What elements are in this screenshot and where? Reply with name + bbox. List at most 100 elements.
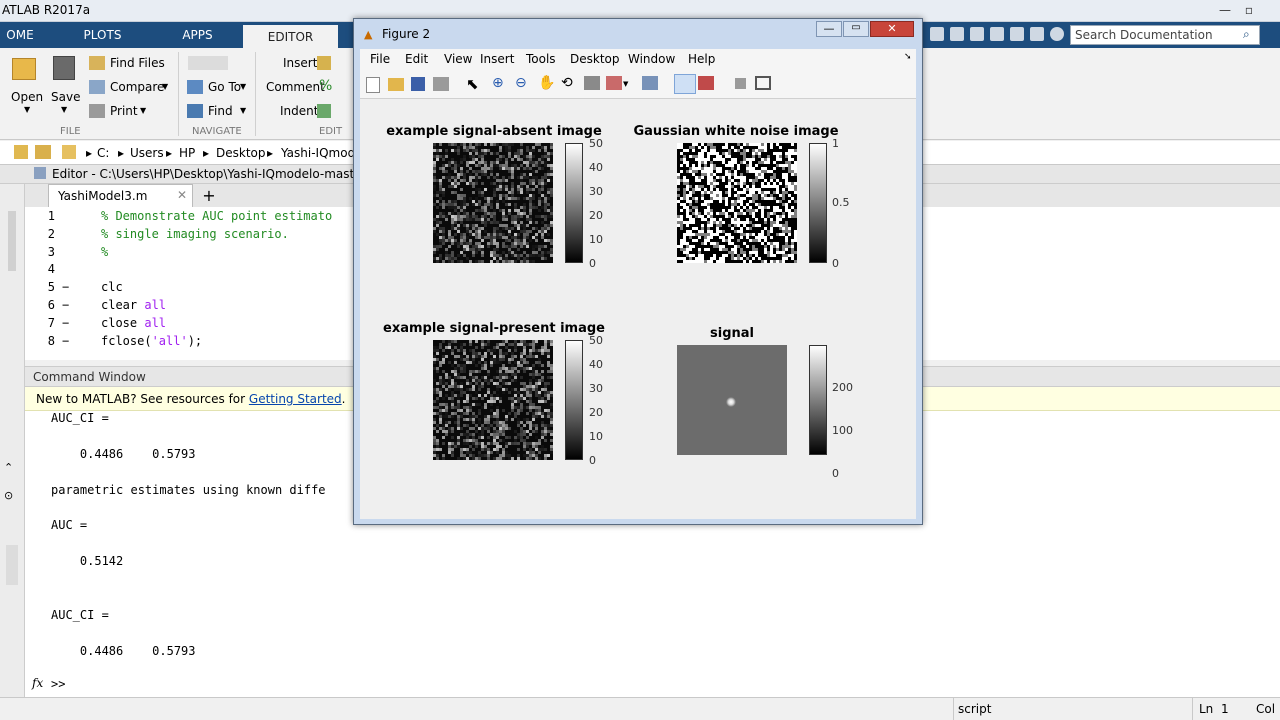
print-figure-icon[interactable] [433,77,449,91]
fx-icon[interactable]: fx [32,676,43,690]
open-button[interactable]: Open [11,90,43,104]
code-line[interactable]: clc [101,280,123,294]
close-button[interactable]: ✕ [870,21,914,37]
colorbar-toggle-icon[interactable] [674,74,696,94]
find-files-button[interactable]: Find Files [110,56,165,70]
code-line[interactable]: % [101,245,108,259]
folder-up-icon[interactable] [14,145,28,159]
chevron-down-icon[interactable]: ▼ [240,82,246,91]
close-icon[interactable]: ✕ [177,188,187,202]
paste-icon[interactable] [970,27,984,41]
breadcrumb-item[interactable]: Desktop [216,146,266,160]
menu-edit[interactable]: Edit [405,52,428,66]
open-file-icon[interactable] [388,78,404,91]
breadcrumb-item[interactable]: Yashi-IQmode [281,146,363,160]
print-button[interactable]: Print [110,104,138,118]
menu-tools[interactable]: Tools [526,52,556,66]
cut-icon[interactable] [930,27,944,41]
comment-button[interactable]: Comment [266,80,325,94]
chevron-down-icon[interactable]: ▼ [623,80,628,88]
zoom-in-icon[interactable]: ⊕ [492,75,504,91]
minimize-button[interactable]: — [1212,1,1238,19]
save-figure-icon[interactable] [411,77,425,91]
chevron-down-icon[interactable]: ▼ [24,105,30,114]
breakpoint-marker[interactable]: − [62,280,69,294]
switch-windows-icon[interactable] [1030,27,1044,41]
getting-started-link[interactable]: Getting Started [249,392,342,406]
find-icon [187,104,203,118]
tab-home[interactable]: OME [0,22,40,48]
code-line[interactable]: clear all [101,298,166,312]
maximize-button[interactable]: ▭ [843,21,869,37]
legend-toggle-icon[interactable] [698,76,714,90]
dock-arrow-icon[interactable]: ➘ [904,52,912,62]
figure-window[interactable]: ▲ Figure 2 — ▭ ✕ File Edit View Insert T… [353,18,923,525]
help-icon[interactable] [1050,27,1064,41]
pan-hand-icon[interactable]: ✋ [538,75,555,91]
chevron-down-icon[interactable]: ▼ [140,106,146,115]
breadcrumb-item[interactable]: C: [97,146,109,160]
new-tab-plus-icon[interactable]: + [197,186,221,206]
undo-icon[interactable] [990,27,1004,41]
save-button[interactable]: Save [51,90,80,104]
pointer-icon[interactable]: ⬉ [466,75,479,93]
chevron-up-icon[interactable]: ⌃ [4,461,13,474]
zoom-out-icon[interactable]: ⊖ [515,75,527,91]
tab-apps[interactable]: APPS [155,22,240,48]
minimize-button[interactable]: — [816,21,842,37]
open-folder-icon[interactable] [12,58,36,80]
copy-icon[interactable] [950,27,964,41]
breakpoint-marker[interactable]: − [62,334,69,348]
indent-button[interactable]: Indent [280,104,318,118]
breadcrumb-item[interactable]: Users [130,146,164,160]
menu-view[interactable]: View [444,52,472,66]
menu-insert[interactable]: Insert [480,52,514,66]
go-to-button[interactable]: Go To [208,80,241,94]
browse-folder-icon[interactable] [35,145,51,159]
maximize-button[interactable]: ▫ [1236,1,1262,19]
menu-desktop[interactable]: Desktop [570,52,620,66]
compare-button[interactable]: Compare [110,80,164,94]
scrollbar[interactable] [6,545,18,585]
breakpoint-marker[interactable]: − [62,316,69,330]
indent-icon[interactable] [317,104,331,118]
hide-plot-tools-icon[interactable] [735,78,746,89]
show-plot-tools-icon[interactable] [755,76,771,90]
new-figure-icon[interactable] [366,77,380,93]
breakpoint-marker[interactable]: − [62,298,69,312]
code-line[interactable]: % single imaging scenario. [101,227,289,241]
colorbar-tick: 200 [832,381,853,394]
insert-icon[interactable] [317,56,331,70]
breadcrumb-item[interactable]: HP [179,146,195,160]
link-plot-icon[interactable] [642,76,658,90]
tab-editor[interactable]: EDITOR [243,25,338,48]
find-button[interactable]: Find [208,104,233,118]
menu-window[interactable]: Window [628,52,675,66]
output-line: 0.5142 [51,554,124,569]
code-line[interactable]: close all [101,316,166,330]
command-prompt[interactable]: >> [51,677,65,691]
menu-file[interactable]: File [370,52,390,66]
scrollbar[interactable] [8,211,16,271]
chevron-down-icon[interactable]: ▼ [240,106,246,115]
insert-button[interactable]: Insert [283,56,317,70]
brush-icon[interactable] [606,76,622,90]
panel-menu-icon[interactable]: ⊙ [4,489,13,502]
search-documentation-input[interactable]: Search Documentation [1070,25,1260,45]
chevron-down-icon[interactable]: ▼ [162,82,168,91]
code-line[interactable]: % Demonstrate AUC point estimato [101,209,332,223]
colorbar-tick: 0 [589,257,596,270]
save-disk-icon[interactable] [53,56,75,80]
back-forward-icon[interactable] [188,56,228,70]
redo-icon[interactable] [1010,27,1024,41]
data-cursor-icon[interactable] [584,76,600,90]
tab-plots[interactable]: PLOTS [60,22,145,48]
rotate-3d-icon[interactable]: ⟲ [561,75,573,91]
file-tab-yashimodel3[interactable]: YashiModel3.m ✕ [48,184,193,207]
comment-percent-icon[interactable]: % [319,78,332,94]
code-line[interactable]: fclose('all'); [101,334,202,348]
menu-help[interactable]: Help [688,52,715,66]
search-icon[interactable]: ⌕ [1243,27,1250,42]
chevron-down-icon[interactable]: ▼ [61,105,67,114]
line-number: 6 [47,298,55,312]
